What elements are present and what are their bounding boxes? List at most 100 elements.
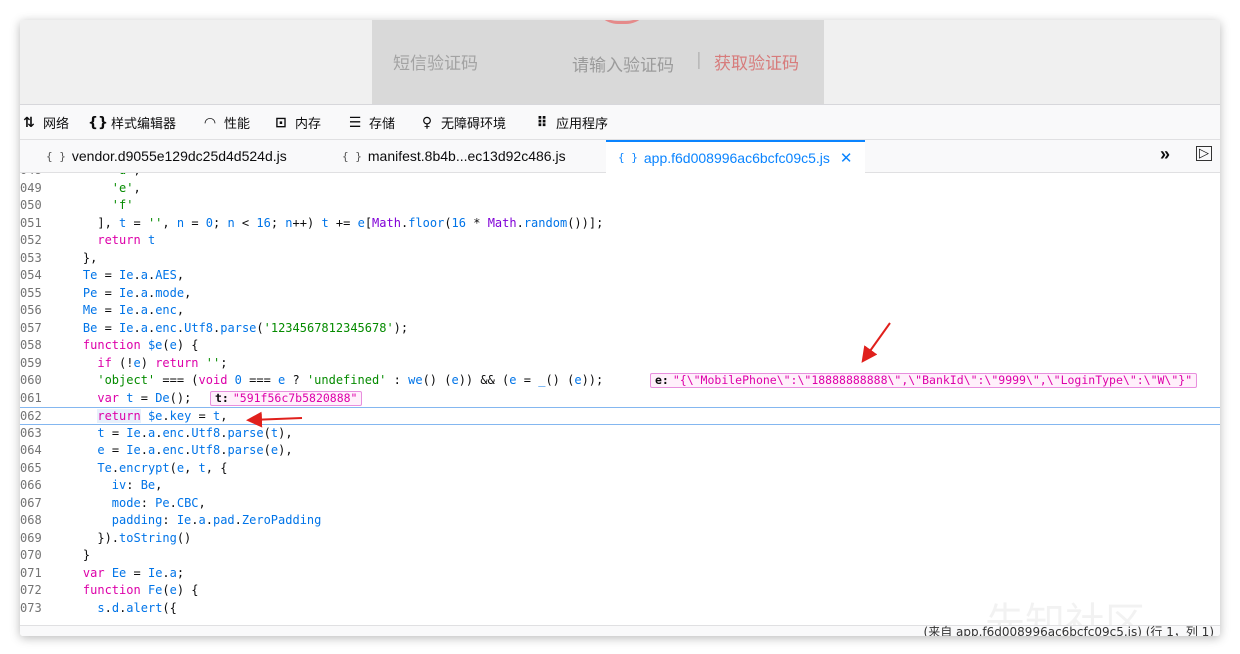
code-text: } bbox=[54, 548, 91, 562]
code-line[interactable]: 050 'f' bbox=[20, 197, 1220, 215]
sms-label: 短信验证码 bbox=[393, 54, 478, 74]
tool-accessibility[interactable]: ♀ 无障碍环境 bbox=[418, 105, 506, 140]
tool-label: 性能 bbox=[224, 117, 251, 132]
file-braces-icon: { } bbox=[618, 151, 638, 164]
line-number[interactable]: 057 bbox=[20, 320, 50, 338]
code-text: if (!e) return ''; bbox=[97, 355, 228, 370]
code-line[interactable]: 064 e = Ie.a.enc.Utf8.parse(e), bbox=[20, 442, 1220, 460]
page-preview: 短信验证码 请输入验证码 | 获取验证码 bbox=[20, 20, 1220, 104]
line-number[interactable]: 069 bbox=[20, 530, 50, 548]
line-number[interactable]: 067 bbox=[20, 495, 50, 513]
code-text: Me = Ie.a.enc, bbox=[82, 303, 185, 317]
code-line[interactable]: 068 padding: Ie.a.pad.ZeroPadding bbox=[20, 512, 1220, 530]
line-number[interactable]: 066 bbox=[20, 477, 50, 495]
line-number[interactable]: 062 bbox=[20, 408, 50, 426]
tool-label: 应用程序 bbox=[556, 117, 609, 132]
tab-label: app.f6d008996ac6bcfc09c5.js bbox=[643, 149, 830, 166]
line-number[interactable]: 054 bbox=[20, 267, 50, 285]
tool-memory[interactable]: ⊡ 内存 bbox=[272, 105, 321, 140]
code-line[interactable]: 060 'object' === (void 0 === e ? 'undefi… bbox=[20, 372, 1220, 390]
performance-icon: ◠ bbox=[204, 114, 216, 131]
inline-value-preview[interactable]: t: "591f56c7b5820888" bbox=[210, 390, 363, 406]
more-tabs-icon[interactable]: » bbox=[1160, 144, 1170, 165]
tool-application[interactable]: ⠿ 应用程序 bbox=[533, 105, 608, 140]
code-line[interactable]: 052 return t bbox=[20, 232, 1220, 250]
code-line[interactable]: 063 t = Ie.a.enc.Utf8.parse(t), bbox=[20, 425, 1220, 443]
line-number[interactable]: 056 bbox=[20, 302, 50, 320]
cursor-position: (来自 app.f6d008996ac6bcfc09c5.js) (行 1，列 … bbox=[923, 625, 1214, 636]
line-number[interactable]: 053 bbox=[20, 250, 50, 268]
line-number[interactable]: 060 bbox=[20, 372, 50, 390]
line-number[interactable]: 071 bbox=[20, 565, 50, 583]
code-editor[interactable]: 048 'd',049 'e',050 'f'051 ], t = '', n … bbox=[20, 173, 1220, 625]
code-line[interactable]: 054 Te = Ie.a.AES, bbox=[20, 267, 1220, 285]
code-text: Te = Ie.a.AES, bbox=[82, 268, 185, 282]
accessibility-icon: ♀ bbox=[421, 114, 433, 131]
tab-manifest[interactable]: { } manifest.8b4b...ec13d92c486.js bbox=[342, 140, 566, 172]
line-number[interactable]: 063 bbox=[20, 425, 50, 443]
tool-performance[interactable]: ◠ 性能 bbox=[201, 105, 250, 140]
code-line[interactable]: 058 function $e(e) { bbox=[20, 337, 1220, 355]
line-number[interactable]: 073 bbox=[20, 600, 50, 618]
line-number[interactable]: 049 bbox=[20, 180, 50, 198]
line-number[interactable]: 061 bbox=[20, 390, 50, 408]
get-code-button[interactable]: 获取验证码 bbox=[714, 49, 799, 74]
code-line[interactable]: 062 return $e.key = t, bbox=[20, 407, 1220, 425]
preview-value: "591f56c7b5820888" bbox=[232, 390, 358, 405]
code-text: s.d.alert({ bbox=[97, 600, 177, 615]
code-line[interactable]: 070 } bbox=[20, 547, 1220, 565]
line-number[interactable]: 072 bbox=[20, 582, 50, 600]
toggle-panel-icon[interactable]: ▷ bbox=[1196, 146, 1212, 161]
tool-label: 存储 bbox=[369, 117, 396, 132]
code-line[interactable]: 065 Te.encrypt(e, t, { bbox=[20, 460, 1220, 478]
tab-label: manifest.8b4b...ec13d92c486.js bbox=[367, 148, 566, 164]
code-line[interactable]: 051 ], t = '', n = 0; n < 16; n++) t += … bbox=[20, 215, 1220, 233]
tool-label: 样式编辑器 bbox=[111, 117, 177, 132]
code-text: return $e.key = t, bbox=[97, 409, 228, 423]
code-text: function Fe(e) { bbox=[82, 583, 199, 597]
tool-label: 内存 bbox=[295, 117, 322, 132]
code-line[interactable]: 049 'e', bbox=[20, 180, 1220, 198]
code-line[interactable]: 066 iv: Be, bbox=[20, 477, 1220, 495]
code-line[interactable]: 055 Pe = Ie.a.mode, bbox=[20, 285, 1220, 303]
line-number[interactable]: 058 bbox=[20, 337, 50, 355]
code-text: padding: Ie.a.pad.ZeroPadding bbox=[111, 513, 322, 527]
code-line[interactable]: 069 }).toString() bbox=[20, 530, 1220, 548]
code-text: return t bbox=[97, 233, 156, 247]
code-line[interactable]: 056 Me = Ie.a.enc, bbox=[20, 302, 1220, 320]
line-number[interactable]: 052 bbox=[20, 232, 50, 250]
tool-style-editor[interactable]: {} 样式编辑器 bbox=[88, 105, 176, 140]
code-text: Pe = Ie.a.mode, bbox=[82, 285, 192, 300]
line-number[interactable]: 064 bbox=[20, 442, 50, 460]
preview-key: t: bbox=[215, 390, 229, 405]
code-line[interactable]: 071 var Ee = Ie.a; bbox=[20, 565, 1220, 583]
tab-vendor[interactable]: { } vendor.d9055e129dc25d4d524d.js bbox=[46, 140, 287, 172]
network-icon: ⇅ bbox=[23, 114, 35, 131]
code-line[interactable]: 067 mode: Pe.CBC, bbox=[20, 495, 1220, 513]
line-number[interactable]: 051 bbox=[20, 215, 50, 233]
tool-storage[interactable]: ☰ 存储 bbox=[346, 105, 395, 140]
sms-code-input[interactable]: 请输入验证码 bbox=[572, 51, 674, 76]
tool-network[interactable]: ⇅ 网络 bbox=[20, 105, 69, 140]
line-number[interactable]: 065 bbox=[20, 460, 50, 478]
line-number[interactable]: 050 bbox=[20, 197, 50, 215]
line-number[interactable]: 070 bbox=[20, 547, 50, 565]
inline-value-preview[interactable]: e: "{\"MobilePhone\":\"18888888888\",\"Ba… bbox=[650, 373, 1198, 388]
close-icon[interactable]: ✕ bbox=[840, 149, 853, 167]
browser-window: 短信验证码 请输入验证码 | 获取验证码 ⇅ 网络 {} 样式编辑器 ◠ 性能 … bbox=[20, 20, 1220, 636]
line-number[interactable]: 059 bbox=[20, 355, 50, 373]
file-braces-icon: { } bbox=[46, 149, 66, 163]
code-line[interactable]: 061 var t = De(); t: "591f56c7b5820888" bbox=[20, 390, 1220, 408]
application-icon: ⠿ bbox=[536, 114, 548, 131]
code-text: var t = De(); bbox=[97, 390, 192, 405]
sidebar-toggle-icon[interactable]: ] bbox=[20, 145, 21, 161]
tab-app[interactable]: { } app.f6d008996ac6bcfc09c5.js ✕ bbox=[606, 140, 865, 173]
line-number[interactable]: 055 bbox=[20, 285, 50, 303]
tab-label: vendor.d9055e129dc25d4d524d.js bbox=[71, 148, 287, 164]
code-line[interactable]: 057 Be = Ie.a.enc.Utf8.parse('1234567812… bbox=[20, 320, 1220, 338]
code-text: 'f' bbox=[111, 198, 134, 212]
storage-icon: ☰ bbox=[348, 114, 362, 131]
line-number[interactable]: 068 bbox=[20, 512, 50, 530]
code-line[interactable]: 059 if (!e) return ''; bbox=[20, 355, 1220, 373]
code-line[interactable]: 053 }, bbox=[20, 250, 1220, 268]
